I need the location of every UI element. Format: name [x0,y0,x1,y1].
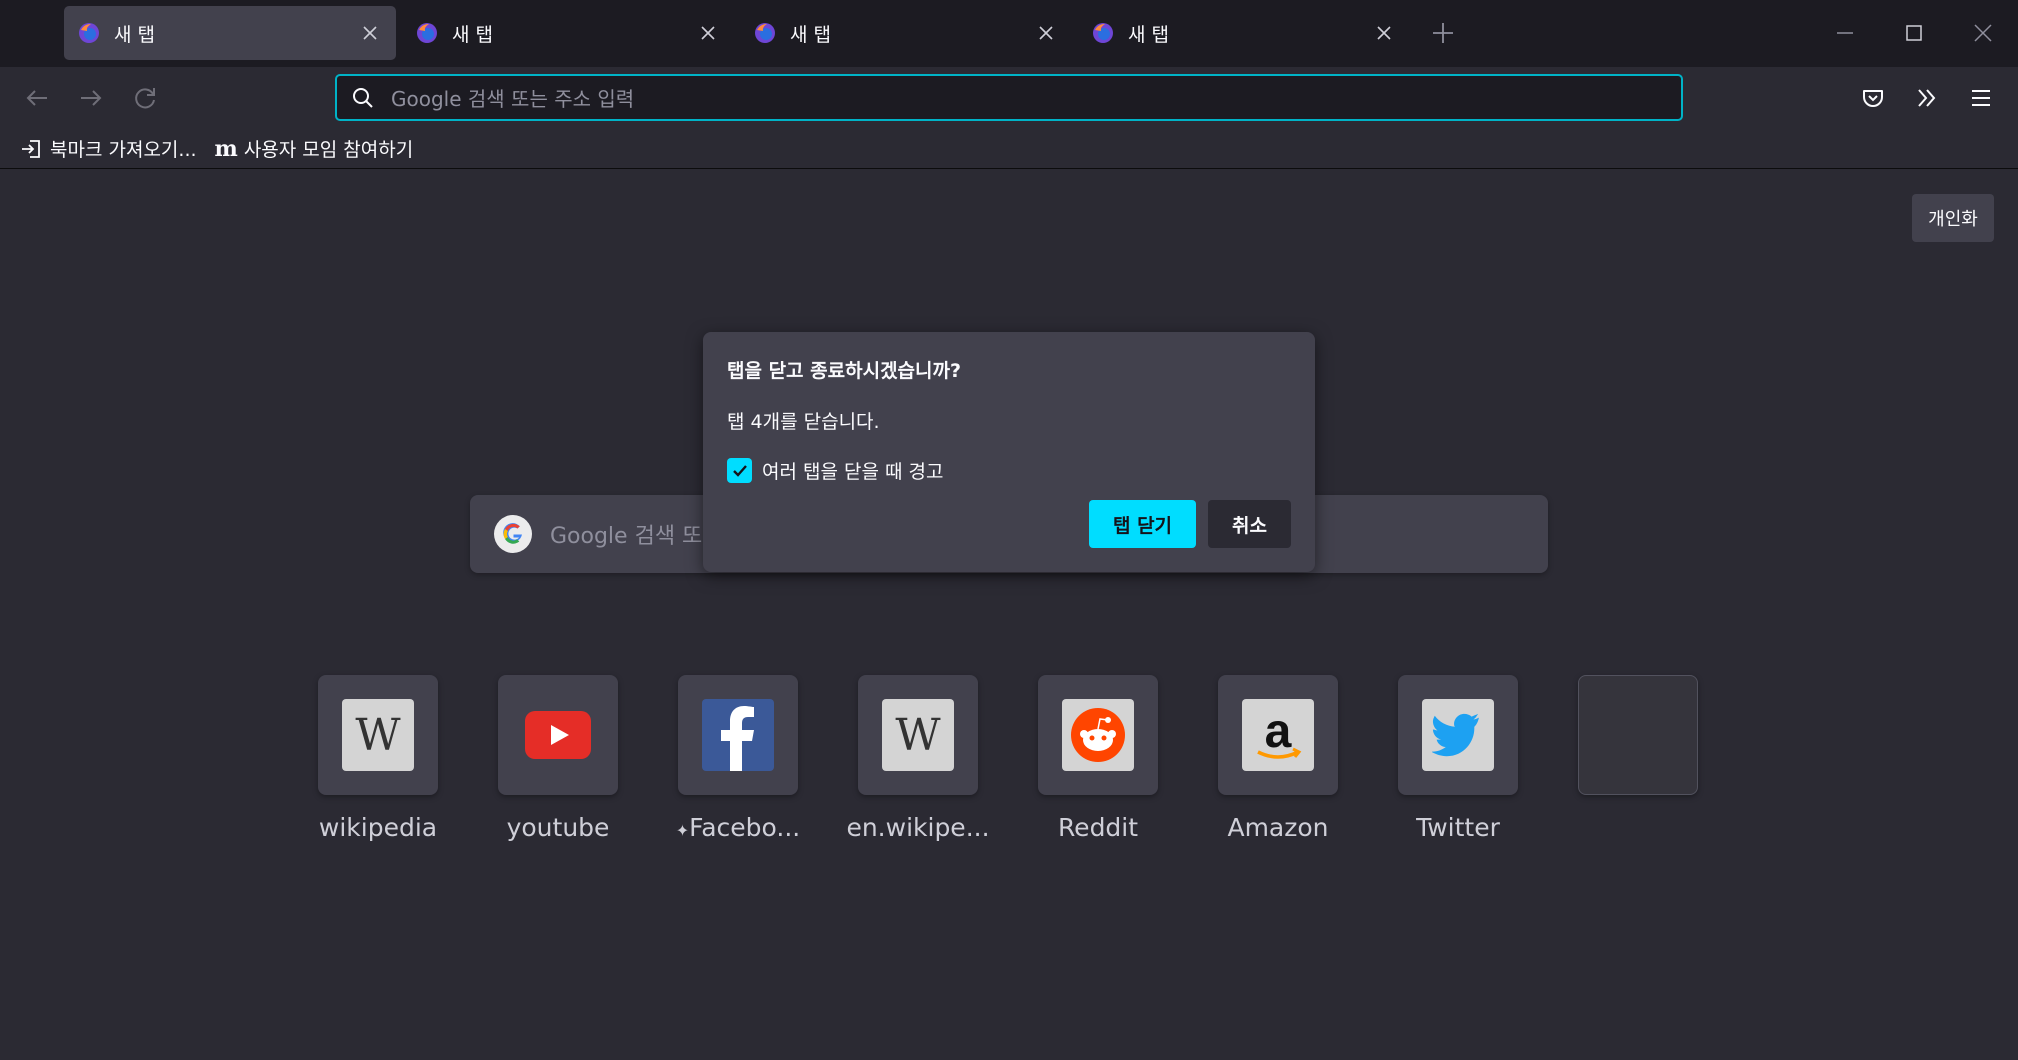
tab-4[interactable]: 새 탭 [1078,6,1410,60]
tab-title: 새 탭 [790,23,831,46]
hamburger-menu-icon[interactable] [1966,83,1996,113]
youtube-icon [522,699,594,771]
firefox-icon [1093,23,1113,43]
shortcut-label: Reddit [1057,813,1139,842]
close-tabs-button[interactable]: 탭 닫기 [1089,500,1196,548]
url-bar-placeholder: Google 검색 또는 주소 입력 [391,87,635,111]
close-tabs-dialog: 탭을 닫고 종료하시겠습니까? 탭 4개를 닫습니다. 여러 탭을 닫을 때 경… [703,332,1315,572]
bookmark-label: 북마크 가져오기... [50,139,197,161]
new-tab-plus-icon[interactable] [1430,20,1456,46]
tab-2[interactable]: 새 탭 [402,6,734,60]
mozilla-m-icon: m [214,135,238,162]
shortcut-label: youtube [506,813,610,842]
import-icon [22,139,40,158]
back-arrow-icon[interactable] [22,83,52,113]
url-bar[interactable]: Google 검색 또는 주소 입력 [335,74,1683,121]
close-window-icon[interactable] [1968,18,1998,48]
shortcut-label: Amazon [1227,813,1329,842]
warn-checkbox-row[interactable]: 여러 탭을 닫을 때 경고 [727,457,1291,484]
close-tab-icon[interactable] [1034,21,1058,45]
tab-1[interactable]: 새 탭 [64,6,396,60]
dialog-title: 탭을 닫고 종료하시겠습니까? [727,360,962,382]
shortcut-tile[interactable]: ✦Facebo... [648,675,828,842]
tab-3[interactable]: 새 탭 [740,6,1072,60]
shortcut-tile[interactable]: a Amazon [1188,675,1368,842]
tab-title: 새 탭 [114,23,155,46]
wikipedia-icon: W [342,699,414,771]
cancel-button[interactable]: 취소 [1208,500,1291,548]
bookmarks-toolbar: 북마크 가져오기... m 사용자 모임 참여하기 [0,129,2018,169]
reload-icon[interactable] [130,83,160,113]
checkmark-icon [732,464,747,477]
close-tab-icon[interactable] [1372,21,1396,45]
forward-arrow-icon[interactable] [76,83,106,113]
shortcut-tile-empty[interactable] [1548,675,1728,813]
overflow-chevron-icon[interactable] [1912,83,1942,113]
warn-checkbox-label: 여러 탭을 닫을 때 경고 [762,461,944,483]
pin-icon: ✦ [675,821,690,840]
reddit-icon [1062,699,1134,771]
shortcut-label: en.wikipe... [846,813,990,842]
firefox-icon [755,23,775,43]
new-tab-page: 개인화 Google 검색 또는 주소 입력 W wikipedia youtu… [0,170,2018,1060]
firefox-icon [79,23,99,43]
dialog-message: 탭 4개를 닫습니다. [727,411,880,433]
tab-title: 새 탭 [452,23,493,46]
pocket-icon[interactable] [1858,83,1888,113]
bookmark-label: 사용자 모임 참여하기 [243,139,414,161]
minimize-icon[interactable] [1830,18,1860,48]
shortcut-tile[interactable]: Twitter [1368,675,1548,842]
shortcut-label: ✦Facebo... [675,813,801,842]
svg-text:a: a [1265,705,1292,758]
twitter-icon [1422,699,1494,771]
maximize-icon[interactable] [1899,18,1929,48]
wikipedia-icon: W [882,699,954,771]
tab-strip: 새 탭 새 탭 새 탭 새 탭 [0,0,2018,67]
facebook-icon [702,699,774,771]
shortcut-label: wikipedia [318,813,438,842]
shortcut-tile[interactable]: Reddit [1008,675,1188,842]
navigation-toolbar: Google 검색 또는 주소 입력 [0,67,2018,129]
shortcut-tile[interactable]: youtube [468,675,648,842]
google-icon [494,515,532,553]
firefox-icon [417,23,437,43]
close-tab-icon[interactable] [696,21,720,45]
shortcut-tile[interactable]: W en.wikipe... [828,675,1008,842]
shortcut-label: Twitter [1416,813,1500,842]
tab-title: 새 탭 [1128,23,1169,46]
search-icon [353,87,373,108]
close-tab-icon[interactable] [358,21,382,45]
personalize-button[interactable]: 개인화 [1912,194,1994,242]
shortcut-tile[interactable]: W wikipedia [288,675,468,842]
amazon-icon: a [1242,699,1314,771]
bookmark-import[interactable]: 북마크 가져오기... [20,135,197,162]
warn-checkbox[interactable] [727,458,752,483]
bookmark-community[interactable]: m 사용자 모임 참여하기 [215,135,414,162]
